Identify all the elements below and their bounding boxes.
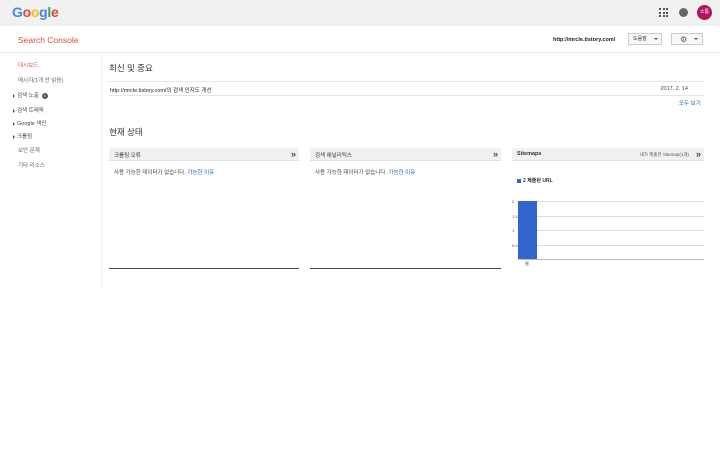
submitted-sitemaps-note: 내가 제출한 Sitemap(1개) bbox=[639, 152, 689, 157]
news-heading: 최신 및 중요 bbox=[109, 63, 153, 73]
y-tick-label: 1.5 bbox=[512, 213, 518, 219]
help-dropdown-label: 도움말 bbox=[633, 36, 647, 42]
expand-arrow-icon bbox=[13, 93, 15, 98]
settings-dropdown[interactable]: ⚙ bbox=[671, 33, 703, 45]
sidebar-item-label: 검색 노출 bbox=[17, 93, 39, 99]
chart-gridline bbox=[518, 215, 704, 217]
y-tick-label: 1 bbox=[512, 228, 515, 233]
sidebar-item-google-index[interactable]: Google 색인 bbox=[13, 119, 46, 127]
product-title[interactable]: Search Console bbox=[18, 35, 78, 45]
card-header[interactable]: 크롤링 오류 » bbox=[109, 148, 299, 161]
sidebar-item-security-issues[interactable]: 보안 문제 bbox=[18, 146, 40, 154]
possible-reasons-link[interactable]: 가능한 이유 bbox=[388, 170, 415, 176]
card-header[interactable]: Sitemaps 내가 제출한 Sitemap(1개) » bbox=[512, 148, 704, 161]
news-message[interactable]: http://mrcle.tistory.com/의 검색 인지도 개선 bbox=[110, 86, 212, 94]
y-tick-label: 2 bbox=[512, 199, 515, 204]
sidebar-item-messages[interactable]: 메시지(1개 안 읽음) bbox=[18, 76, 63, 84]
sitemaps-card: Sitemaps 내가 제출한 Sitemap(1개) » 2 제출된 URL … bbox=[512, 148, 704, 269]
double-chevron-right-icon[interactable]: » bbox=[291, 149, 296, 159]
y-tick-label: 0.5 bbox=[512, 242, 518, 248]
sidebar-item-crawl[interactable]: 크롤링 bbox=[13, 132, 32, 140]
bell-icon[interactable] bbox=[679, 8, 688, 17]
chevron-down-icon bbox=[694, 38, 698, 40]
x-tick-label: 웹 bbox=[525, 261, 529, 266]
card-divider bbox=[109, 268, 299, 269]
legend-label: 2 제출된 URL bbox=[523, 178, 553, 184]
chart-baseline bbox=[518, 259, 704, 260]
top-bar: Google 소통 bbox=[0, 0, 720, 26]
apps-grid-icon[interactable] bbox=[659, 8, 668, 17]
sidebar-item-label: 검색 트래픽 bbox=[17, 108, 44, 114]
card-title[interactable]: Sitemaps bbox=[517, 151, 541, 157]
news-date: 2017. 2. 14 bbox=[660, 86, 688, 92]
sidebar-item-search-appearance[interactable]: 검색 노출 i bbox=[13, 91, 48, 99]
google-logo[interactable]: Google bbox=[12, 5, 59, 19]
expand-arrow-icon bbox=[13, 108, 15, 113]
chart-legend: 2 제출된 URL bbox=[517, 177, 553, 184]
avatar[interactable]: 소통 bbox=[697, 5, 712, 20]
chart-gridline bbox=[518, 201, 704, 202]
no-data-text: 사용 가능한 데이터가 없습니다. bbox=[315, 170, 387, 176]
card-title[interactable]: 크롤링 오류 bbox=[114, 151, 141, 159]
legend-swatch bbox=[517, 178, 521, 183]
sidebar-item-label: Google 색인 bbox=[17, 121, 47, 127]
chevron-down-icon bbox=[654, 38, 658, 40]
news-item[interactable]: http://mrcle.tistory.com/의 검색 인지도 개선 201… bbox=[109, 81, 704, 96]
crawl-errors-card: 크롤링 오류 » 사용 가능한 데이터가 없습니다. 가능한 이유 bbox=[109, 148, 299, 269]
expand-arrow-icon bbox=[13, 121, 15, 126]
status-heading: 현재 상태 bbox=[109, 127, 143, 137]
gear-icon: ⚙ bbox=[680, 35, 688, 44]
chart-bar[interactable] bbox=[518, 201, 537, 259]
info-icon[interactable]: i bbox=[41, 92, 48, 99]
card-title[interactable]: 검색 애널리틱스 bbox=[315, 151, 352, 159]
sidebar-item-search-traffic[interactable]: 검색 트래픽 bbox=[13, 106, 44, 114]
see-all-link[interactable]: 모두 보기 bbox=[679, 99, 701, 107]
search-analytics-card: 검색 애널리틱스 » 사용 가능한 데이터가 없습니다. 가능한 이유 bbox=[310, 148, 501, 269]
site-selector[interactable]: http://mrcle.tistory.com/ bbox=[553, 37, 615, 43]
sidebar-item-label: 크롤링 bbox=[17, 134, 33, 140]
help-dropdown[interactable]: 도움말 bbox=[628, 33, 662, 45]
sitemaps-chart: 2 1.5 1 0.5 웹 bbox=[512, 199, 704, 266]
double-chevron-right-icon[interactable]: » bbox=[493, 149, 498, 159]
possible-reasons-link[interactable]: 가능한 이유 bbox=[187, 170, 214, 176]
card-message: 사용 가능한 데이터가 없습니다. 가능한 이유 bbox=[315, 168, 415, 176]
chart-gridline bbox=[518, 244, 704, 246]
expand-arrow-icon bbox=[13, 134, 15, 139]
card-divider bbox=[310, 268, 501, 269]
no-data-text: 사용 가능한 데이터가 없습니다. bbox=[114, 170, 186, 176]
double-chevron-right-icon[interactable]: » bbox=[696, 149, 701, 159]
sidebar-item-dashboard[interactable]: 대시보드 bbox=[18, 61, 38, 69]
chart-gridline bbox=[518, 230, 704, 231]
sidebar-item-other-resources[interactable]: 기타 리소스 bbox=[18, 161, 45, 169]
search-console-header: Search Console http://mrcle.tistory.com/… bbox=[0, 26, 720, 53]
sidebar: 대시보드 메시지(1개 안 읽음) 검색 노출 i 검색 트래픽 Google 색… bbox=[0, 54, 102, 288]
card-header[interactable]: 검색 애널리틱스 » bbox=[310, 148, 501, 161]
card-message: 사용 가능한 데이터가 없습니다. 가능한 이유 bbox=[114, 168, 214, 176]
